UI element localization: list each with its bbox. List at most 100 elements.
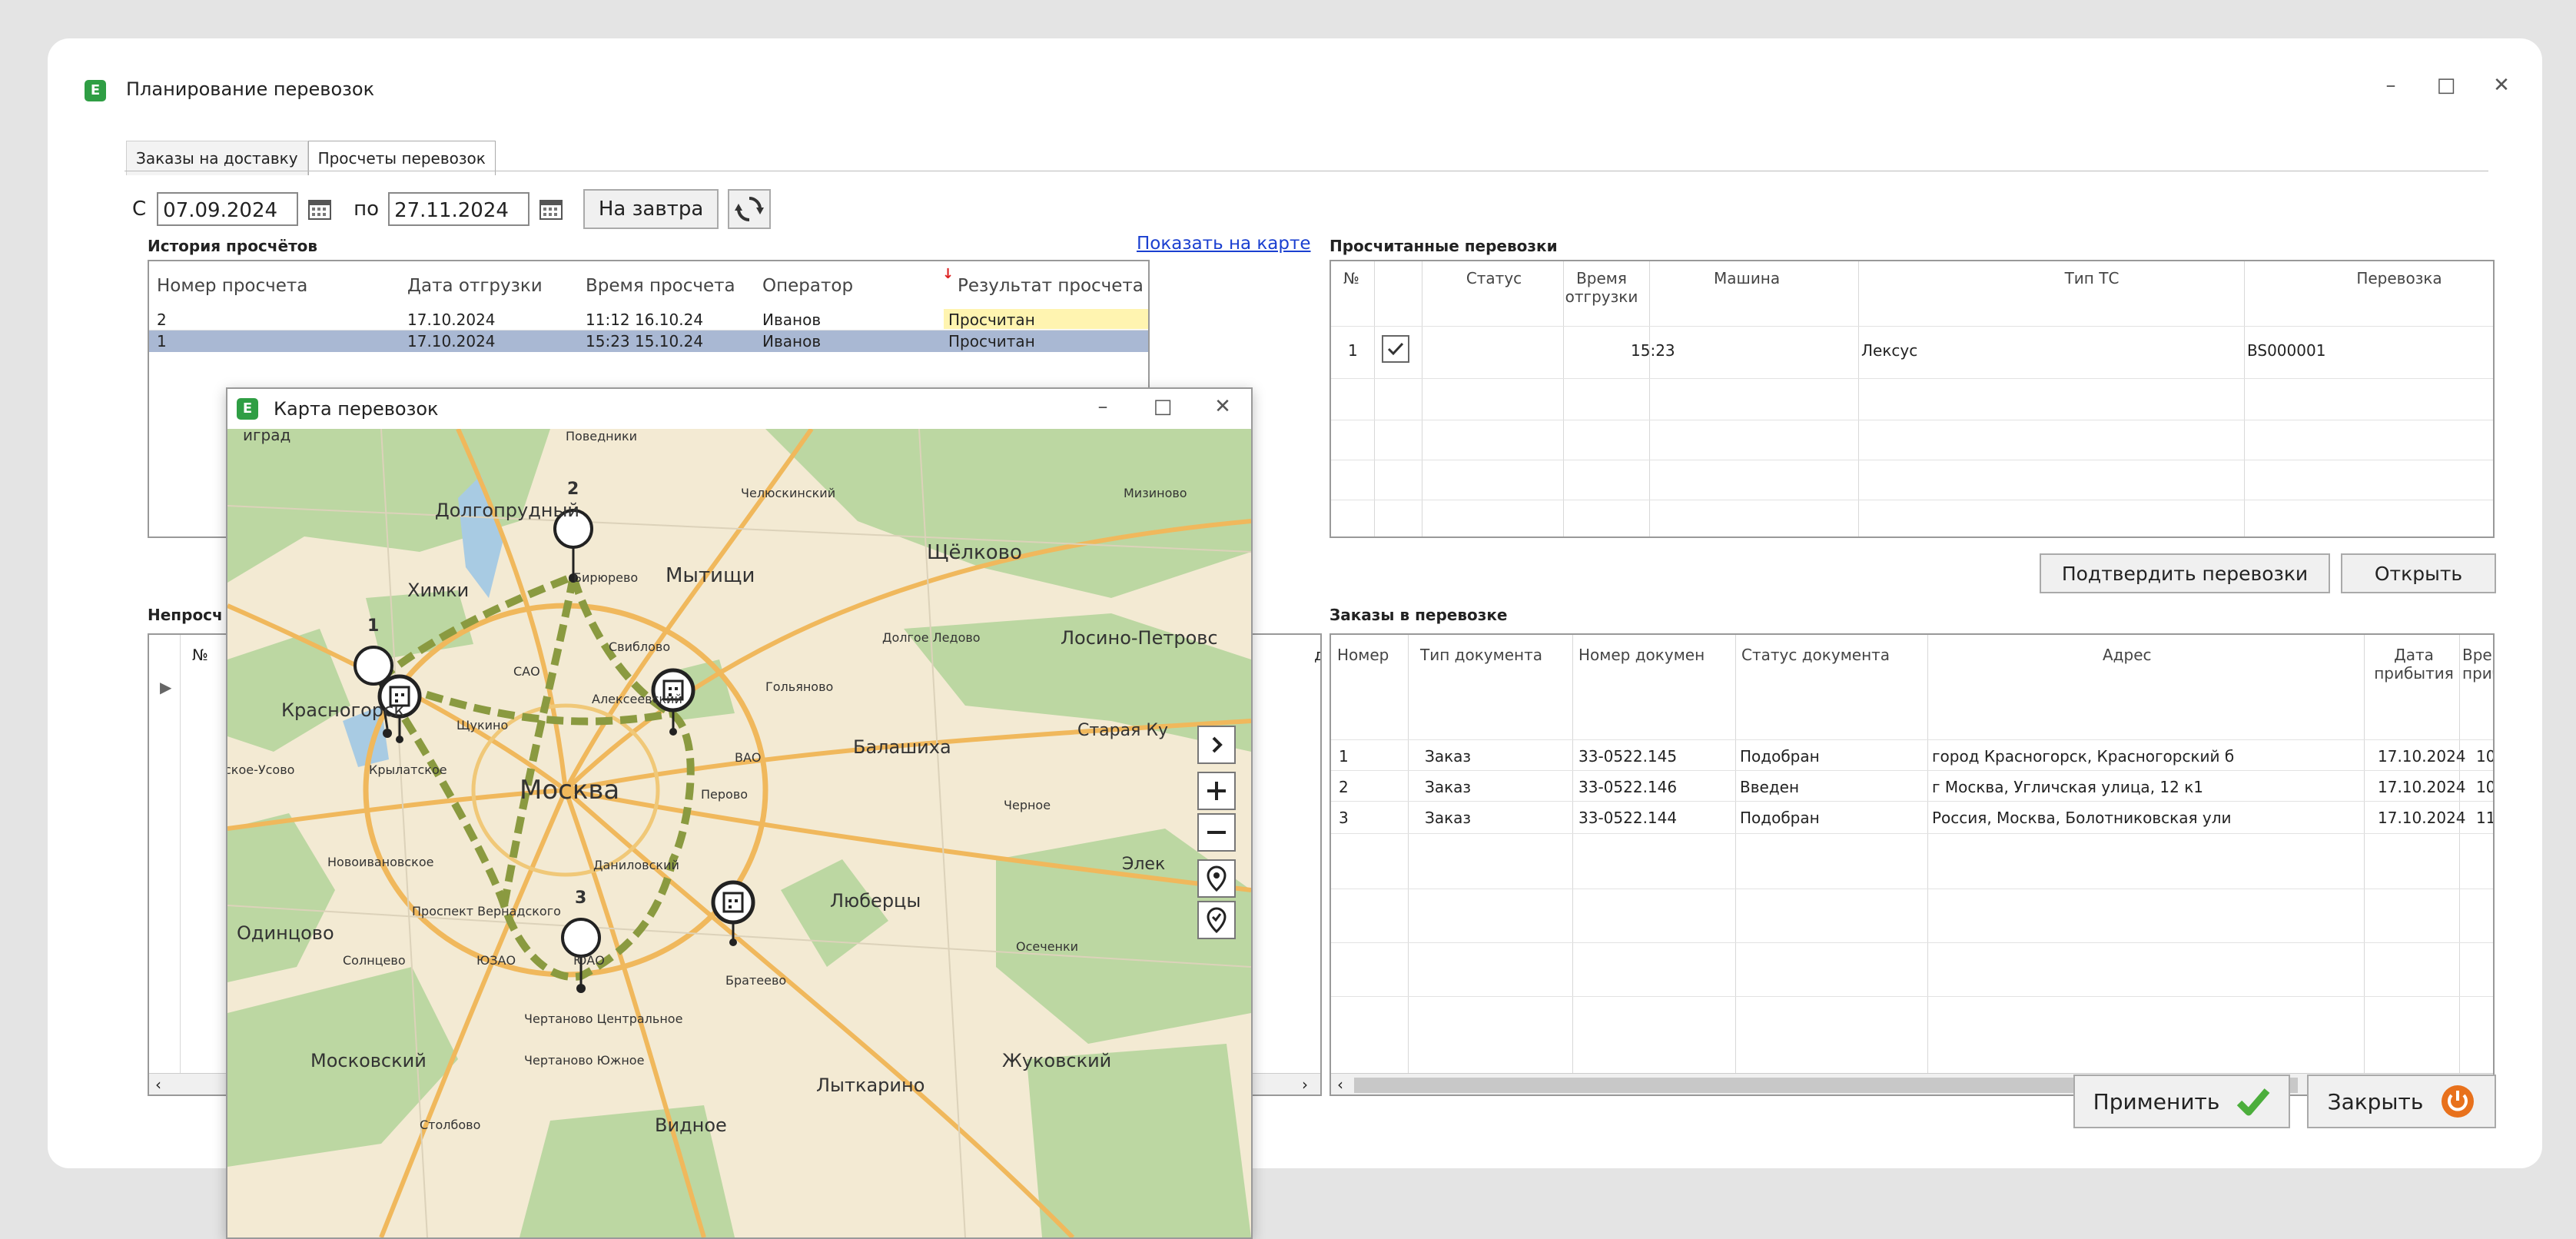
cell-arrival-date: 17.10.2024 xyxy=(2378,809,2466,827)
tomorrow-button[interactable]: На завтра xyxy=(583,189,719,229)
map-minimize-button[interactable]: – xyxy=(1093,395,1113,418)
place-label: Химки xyxy=(407,580,470,601)
cell-operator: Иванов xyxy=(762,311,822,329)
scroll-right-icon[interactable]: › xyxy=(1302,1075,1308,1094)
cell-calc-number: 2 xyxy=(157,311,167,329)
main-window: E Планирование перевозок – □ ✕ Заказы на… xyxy=(48,38,2542,1239)
uncalculated-title: Непросч xyxy=(148,606,223,624)
col-n[interactable]: № xyxy=(1343,269,1359,287)
maximize-button[interactable]: □ xyxy=(2436,74,2456,97)
from-date-input[interactable]: 07.09.2024 xyxy=(157,192,299,226)
place-label: Новоивановское xyxy=(327,855,434,869)
col-calc-number[interactable]: Номер просчета xyxy=(157,277,307,295)
col-arrival-time[interactable]: Время прибыт xyxy=(2462,646,2493,683)
place-label: ЮАО xyxy=(573,953,605,968)
route-marker-label: 3 xyxy=(575,889,587,908)
col-doc-number[interactable]: Номер докумен xyxy=(1578,646,1705,664)
cell-address: Россия, Москва, Болотниковская ули xyxy=(1932,809,2232,827)
col-ship-time[interactable]: Время отгрузки xyxy=(1563,269,1640,306)
app-icon: E xyxy=(237,398,258,420)
to-date-input[interactable]: 27.11.2024 xyxy=(388,192,530,226)
cell-calc-number: 1 xyxy=(157,332,167,350)
cell-doc-type: Заказ xyxy=(1425,809,1472,827)
close-window-button[interactable]: ✕ xyxy=(2491,74,2511,97)
cell-ship-date: 17.10.2024 xyxy=(407,311,496,329)
col-calc-result[interactable]: Результат просчета xyxy=(958,277,1144,295)
col-n[interactable]: № xyxy=(192,646,208,664)
place-label: Чертаново Центральное xyxy=(524,1011,683,1026)
close-label: Закрыть xyxy=(2327,1088,2424,1114)
cell-ship-date: 17.10.2024 xyxy=(407,332,496,350)
col-status[interactable]: Статус xyxy=(1448,269,1540,287)
location-pin-icon xyxy=(1207,865,1227,892)
cell-n: 1 xyxy=(1348,341,1358,360)
plus-icon xyxy=(1207,782,1226,800)
scroll-left-icon[interactable]: ‹ xyxy=(1337,1075,1343,1094)
cell-address: город Красногорск, Красногорский б xyxy=(1932,747,2235,766)
place-label: Жуковский xyxy=(1002,1050,1112,1071)
power-icon xyxy=(2442,1085,2475,1118)
zoom-in-button[interactable] xyxy=(1197,772,1236,810)
show-on-map-link[interactable]: Показать на карте xyxy=(1137,234,1311,254)
place-label: Перово xyxy=(701,787,749,802)
show-points-button[interactable] xyxy=(1197,859,1236,898)
cell-number: 2 xyxy=(1339,778,1349,796)
to-calendar-button[interactable] xyxy=(536,194,566,224)
place-label: Лыткарино xyxy=(816,1075,925,1096)
place-label: Одинцово xyxy=(237,922,334,944)
zoom-out-button[interactable] xyxy=(1197,813,1236,852)
route-marker-label: 1 xyxy=(367,616,380,636)
place-label: Проспект Вернадского xyxy=(412,904,561,918)
cell-doc-status: Введен xyxy=(1740,778,1800,796)
sort-arrow-icon: ↓ xyxy=(942,266,954,282)
from-calendar-button[interactable] xyxy=(304,194,335,224)
col-vehicle[interactable]: Машина xyxy=(1714,269,1780,287)
col-number[interactable]: Номер xyxy=(1337,646,1389,664)
cell-doc-type: Заказ xyxy=(1425,778,1472,796)
col-address[interactable]: дрес xyxy=(1314,646,1320,664)
open-button[interactable]: Открыть xyxy=(2341,553,2496,593)
place-label: Мизиново xyxy=(1124,486,1187,500)
col-address[interactable]: Адрес xyxy=(2103,646,2152,664)
col-ship-date[interactable]: Дата отгрузки xyxy=(407,277,543,295)
check-icon xyxy=(1387,342,1404,356)
status-checkbox[interactable] xyxy=(1382,335,1409,363)
place-label: Бирюрево xyxy=(573,570,639,585)
calendar-icon xyxy=(308,200,332,220)
map-expand-button[interactable] xyxy=(1197,726,1236,764)
place-label: Люберцы xyxy=(830,890,921,912)
cell-calc-time: 15:23 15.10.24 xyxy=(586,332,704,350)
calendar-icon xyxy=(539,200,563,220)
map-background xyxy=(227,429,1251,1237)
place-label: Московский xyxy=(310,1050,427,1071)
cell-arrival-date: 17.10.2024 xyxy=(2378,778,2466,796)
place-label: Солнцево xyxy=(343,953,406,968)
map-close-button[interactable]: ✕ xyxy=(1213,395,1233,418)
col-transport[interactable]: Перевозка xyxy=(2345,269,2453,287)
col-vehicle-type[interactable]: Тип ТС xyxy=(2046,269,2138,287)
to-label: по xyxy=(354,198,380,221)
refresh-button[interactable] xyxy=(728,189,772,229)
place-label: Столбово xyxy=(420,1118,481,1132)
col-operator[interactable]: Оператор xyxy=(762,277,853,295)
confirm-transports-button[interactable]: Подтвердить перевозки xyxy=(2040,553,2330,593)
apply-button[interactable]: Применить xyxy=(2073,1075,2290,1128)
col-calc-time[interactable]: Время просчета xyxy=(586,277,735,295)
map-maximize-button[interactable]: □ xyxy=(1153,395,1173,418)
scroll-left-icon[interactable]: ‹ xyxy=(155,1075,161,1094)
show-confirmed-points-button[interactable] xyxy=(1197,901,1236,939)
place-label: Старая Ку xyxy=(1077,721,1168,740)
cell-vehicle-type: Лексус xyxy=(1861,341,1918,360)
close-button[interactable]: Закрыть xyxy=(2307,1075,2496,1128)
col-doc-status[interactable]: Статус документа xyxy=(1741,646,1890,664)
place-label: Лосино-Петровс xyxy=(1061,627,1218,649)
col-arrival-date[interactable]: Дата прибытия xyxy=(2364,646,2464,683)
place-label: Алексеевский xyxy=(592,692,682,706)
map-canvas[interactable]: 1 2 3 иград Поведники Челюскинский Мизин… xyxy=(227,429,1251,1237)
col-doc-type[interactable]: Тип документа xyxy=(1420,646,1542,664)
place-label: Красногорск xyxy=(281,699,405,721)
map-window-title: Карта перевозок xyxy=(274,398,439,420)
place-label: Поведники xyxy=(566,429,638,443)
app-icon: E xyxy=(85,80,106,101)
minimize-button[interactable]: – xyxy=(2381,74,2401,97)
